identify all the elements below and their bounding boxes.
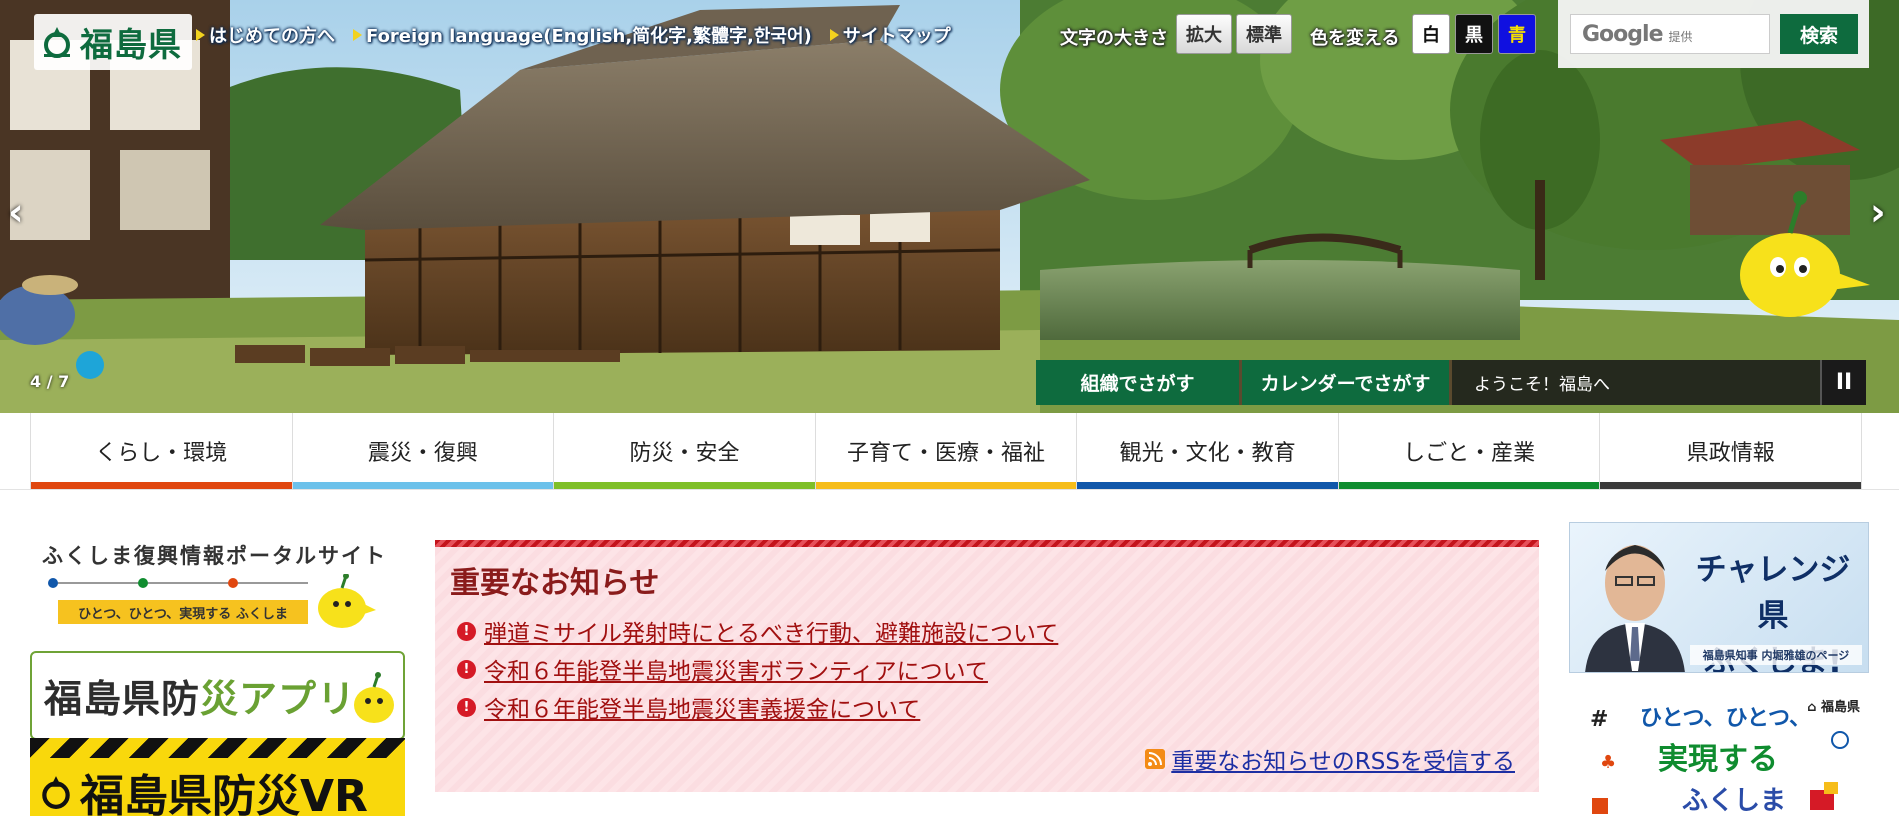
site-logo-text: 福島県 <box>80 25 182 64</box>
governor-photo <box>1585 545 1685 672</box>
fukko-portal-banner[interactable]: ふくしま復興情報ポータルサイト ひとつ、ひとつ、実現する ふくしま <box>30 530 405 632</box>
hazard-stripes <box>30 738 405 758</box>
triangle-bullet-icon <box>353 29 362 41</box>
hero-slider: 福島県 はじめての方へ Foreign language(English,简化字… <box>0 0 1899 413</box>
bousai-app-title: 福島県防災アプリ <box>44 677 357 721</box>
nav-color-bar <box>1338 482 1600 489</box>
nav-color-bar <box>1600 482 1862 489</box>
alert-icon: ! <box>457 659 476 679</box>
fukushima-emblem-icon <box>44 27 70 58</box>
nav-item-label: しごと・産業 <box>1403 441 1536 466</box>
nav-item-4[interactable]: 観光・文化・教育 <box>1076 413 1338 489</box>
link-sitemap[interactable]: サイトマップ <box>829 22 951 48</box>
triangle-bullet-icon <box>829 29 839 41</box>
bousai-vr-banner[interactable]: 福島県防災VR <box>30 738 405 816</box>
triangle-bullet-icon <box>196 29 205 41</box>
mascot-bird-icon <box>354 672 394 723</box>
nav-item-label: 子育て・医療・福祉 <box>847 441 1046 466</box>
color-blue-button[interactable]: 青 <box>1498 14 1536 54</box>
nav-item-label: 防災・安全 <box>629 441 740 466</box>
hito-line-2: 実現する <box>1658 742 1778 777</box>
governor-caption: 福島県知事 内堀雅雄のページ <box>1690 645 1862 665</box>
rss-icon <box>1145 749 1166 769</box>
svg-text:#: # <box>1590 707 1608 732</box>
font-size-enlarge-button[interactable]: 拡大 <box>1176 14 1232 54</box>
hitotsu-banner[interactable]: ⌂ 福島県 # ♣ ひとつ、ひとつ、 実現する ふくしま <box>1580 690 1870 816</box>
search-by-calendar-button[interactable]: カレンダーでさがす <box>1242 360 1452 405</box>
nav-item-1[interactable]: 震災・復興 <box>291 413 554 489</box>
nav-color-bar <box>1077 482 1338 489</box>
slider-next-arrow-icon[interactable]: › <box>1870 190 1886 234</box>
font-size-standard-button[interactable]: 標準 <box>1236 14 1292 54</box>
site-logo[interactable]: 福島県 <box>34 14 192 70</box>
svg-text:♣: ♣ <box>1600 752 1616 773</box>
hito-line-1: ひとつ、ひとつ、 <box>1640 706 1812 731</box>
fukushima-emblem-icon <box>42 776 70 809</box>
rss-link[interactable]: 重要なお知らせのRSSを受信する <box>1171 742 1515 776</box>
nav-color-bar <box>815 482 1077 489</box>
color-white-button[interactable]: 白 <box>1412 14 1450 54</box>
rss-row: 重要なお知らせのRSSを受信する <box>1145 742 1515 776</box>
google-brand: Google 提供 <box>1582 22 1693 47</box>
fukko-portal-title: ふくしま復興情報ポータルサイト <box>42 544 387 568</box>
list-item: ! 令和６年能登半島地震災害義援金について <box>457 688 1058 726</box>
list-item: ! 令和６年能登半島地震災害ボランティアについて <box>457 650 1058 688</box>
mascot-bird-icon <box>318 574 376 628</box>
fukko-slogan-strip: ひとつ、ひとつ、実現する ふくしま <box>58 600 308 624</box>
top-links: はじめての方へ Foreign language(English,简化字,繁體字… <box>196 22 951 48</box>
search-button[interactable]: 検索 <box>1780 14 1858 54</box>
bousai-vr-title: 福島県防災VR <box>38 760 368 816</box>
nav-item-label: 震災・復興 <box>367 441 478 466</box>
hito-line-3: ふくしま <box>1682 786 1787 816</box>
alert-icon: ! <box>457 697 476 717</box>
nav-color-bar <box>554 482 815 489</box>
notice-link[interactable]: 令和６年能登半島地震災害義援金について <box>484 690 920 724</box>
nav-item-label: 観光・文化・教育 <box>1119 441 1296 466</box>
pause-icon[interactable]: II <box>1820 360 1866 405</box>
global-nav: くらし・環境 震災・復興 防災・安全 子育て・医療・福祉 観光・文化・教育 しごと・産業 県… <box>30 413 1863 489</box>
governor-banner[interactable]: チャレンジ県ふくしま! 福島県知事 内堀雅雄のページ <box>1569 522 1869 673</box>
notice-link[interactable]: 令和６年能登半島地震災害ボランティアについて <box>484 652 988 686</box>
notice-link[interactable]: 弾道ミサイル発射時にとるべき行動、避難施設について <box>484 614 1058 648</box>
color-black-button[interactable]: 黒 <box>1455 14 1493 54</box>
nav-divider <box>0 489 1899 490</box>
link-foreign-language[interactable]: Foreign language(English,简化字,繁體字,한국어) <box>353 22 812 48</box>
slider-prev-arrow-icon[interactable]: ‹ <box>8 190 24 234</box>
bousai-app-banner[interactable]: 福島県防災アプリ <box>30 651 405 740</box>
font-size-label: 文字の大きさ <box>1060 28 1168 49</box>
slide-caption-link[interactable]: ようこそ！福島へ <box>1452 360 1820 405</box>
nav-item-5[interactable]: しごと・産業 <box>1337 413 1600 489</box>
nav-item-label: 県政情報 <box>1686 441 1775 466</box>
nav-color-bar <box>292 482 554 489</box>
important-notice-box: 重要なお知らせ ! 弾道ミサイル発射時にとるべき行動、避難施設について ! 令和６年… <box>435 540 1539 792</box>
notice-title: 重要なお知らせ <box>450 566 660 601</box>
alert-icon: ! <box>457 621 476 641</box>
nav-item-2[interactable]: 防災・安全 <box>553 413 815 489</box>
list-item: ! 弾道ミサイル発射時にとるべき行動、避難施設について <box>457 612 1058 650</box>
notice-list: ! 弾道ミサイル発射時にとるべき行動、避難施設について ! 令和６年能登半島地震災害… <box>457 612 1058 726</box>
link-first-visit[interactable]: はじめての方へ <box>196 22 335 48</box>
nav-item-6[interactable]: 県政情報 <box>1599 413 1863 489</box>
nav-color-bar <box>31 482 292 489</box>
notice-top-border <box>435 540 1539 547</box>
slider-bottom-bar: 組織でさがす カレンダーでさがす ようこそ！福島へ II <box>1036 360 1866 405</box>
color-change-label: 色を変える <box>1310 28 1400 49</box>
slide-counter: 4 / 7 <box>30 372 70 391</box>
nav-item-0[interactable]: くらし・環境 <box>30 413 292 489</box>
search-by-organization-button[interactable]: 組織でさがす <box>1036 360 1242 405</box>
fukko-dots-line <box>48 578 308 588</box>
nav-item-label: くらし・環境 <box>95 441 228 466</box>
search-bar: Google 提供 検索 <box>1558 0 1869 68</box>
nav-item-3[interactable]: 子育て・医療・福祉 <box>814 413 1077 489</box>
